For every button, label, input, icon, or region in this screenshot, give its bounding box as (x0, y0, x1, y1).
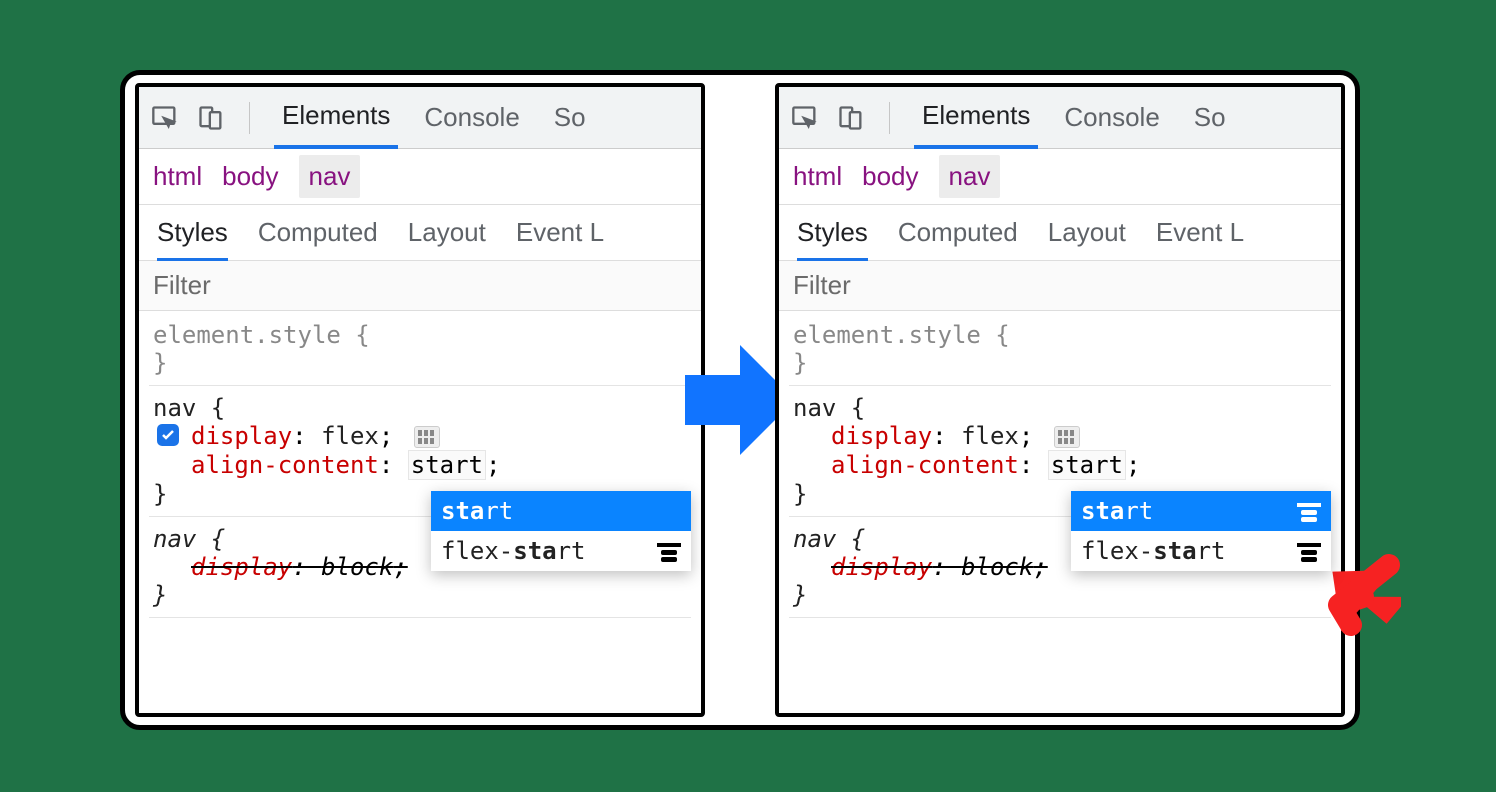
styles-subtabs: Styles Computed Layout Event L (779, 205, 1341, 261)
autocomplete-option-start[interactable]: start (431, 491, 691, 531)
tab-console[interactable]: Console (416, 88, 527, 147)
rule-element-style[interactable]: element.style { } (789, 317, 1331, 386)
subtab-computed[interactable]: Computed (258, 217, 378, 248)
selector-element-style: element.style { (153, 321, 687, 349)
inspect-element-icon[interactable] (791, 104, 819, 132)
subtab-events-truncated[interactable]: Event L (1156, 217, 1244, 248)
property-enable-checkbox[interactable] (157, 424, 179, 446)
styles-subtabs: Styles Computed Layout Event L (139, 205, 701, 261)
prop-value-editing[interactable]: start (408, 450, 486, 480)
flexbox-editor-icon[interactable] (414, 426, 440, 448)
toolbar-divider (249, 102, 250, 134)
styles-filter-input[interactable]: Filter (779, 261, 1341, 311)
prop-display-flex[interactable]: display: flex; (153, 422, 687, 450)
align-start-icon (1297, 501, 1321, 521)
autocomplete-popup-after: start flex-start (1071, 491, 1331, 571)
breadcrumb-html[interactable]: html (153, 161, 202, 192)
tab-elements[interactable]: Elements (274, 86, 398, 149)
filter-placeholder: Filter (153, 270, 211, 301)
subtab-events-truncated[interactable]: Event L (516, 217, 604, 248)
prop-value-flex[interactable]: flex (961, 422, 1019, 450)
flexbox-editor-icon[interactable] (1054, 426, 1080, 448)
subtab-computed[interactable]: Computed (898, 217, 1018, 248)
close-brace: } (153, 581, 687, 609)
autocomplete-option-flex-start[interactable]: flex-start (431, 531, 691, 571)
prop-value-editing[interactable]: start (1048, 450, 1126, 480)
devtools-panel-after: Elements Console So html body nav Styles… (775, 83, 1345, 717)
prop-display-flex[interactable]: display: flex; (793, 422, 1327, 450)
breadcrumb-body[interactable]: body (862, 161, 918, 192)
prop-align-content[interactable]: align-content: start; (793, 450, 1327, 480)
prop-name-align-content: align-content (191, 451, 379, 479)
subtab-layout[interactable]: Layout (408, 217, 486, 248)
close-brace: } (793, 581, 1327, 609)
rule-element-style[interactable]: element.style { } (149, 317, 691, 386)
tab-console[interactable]: Console (1056, 88, 1167, 147)
styles-filter-input[interactable]: Filter (139, 261, 701, 311)
breadcrumb-nav[interactable]: nav (939, 155, 1001, 198)
tab-sources-truncated[interactable]: So (546, 88, 594, 147)
devtools-top-toolbar: Elements Console So (139, 87, 701, 149)
styles-pane: element.style { } nav { display: flex; a… (139, 311, 701, 632)
autocomplete-option-start[interactable]: start (1071, 491, 1331, 531)
styles-pane: element.style { } nav { display: flex; a… (779, 311, 1341, 632)
prop-name-display: display (831, 422, 932, 450)
close-brace: } (153, 349, 687, 377)
align-start-icon (657, 541, 681, 561)
device-toggle-icon[interactable] (837, 104, 865, 132)
toolbar-divider (889, 102, 890, 134)
breadcrumb: html body nav (779, 149, 1341, 205)
device-toggle-icon[interactable] (197, 104, 225, 132)
breadcrumb-body[interactable]: body (222, 161, 278, 192)
devtools-panel-before: Elements Console So html body nav Styles… (135, 83, 705, 717)
comparison-frame: Elements Console So html body nav Styles… (120, 70, 1360, 730)
tab-sources-truncated[interactable]: So (1186, 88, 1234, 147)
prop-name-align-content: align-content (831, 451, 1019, 479)
align-start-icon (1297, 541, 1321, 561)
subtab-styles[interactable]: Styles (797, 203, 868, 262)
breadcrumb-html[interactable]: html (793, 161, 842, 192)
autocomplete-option-flex-start[interactable]: flex-start (1071, 531, 1331, 571)
prop-align-content[interactable]: align-content: start; (153, 450, 687, 480)
selector-nav: nav { (153, 394, 687, 422)
breadcrumb: html body nav (139, 149, 701, 205)
selector-element-style: element.style { (793, 321, 1327, 349)
close-brace: } (793, 349, 1327, 377)
devtools-top-toolbar: Elements Console So (779, 87, 1341, 149)
subtab-layout[interactable]: Layout (1048, 217, 1126, 248)
selector-nav: nav { (793, 394, 1327, 422)
filter-placeholder: Filter (793, 270, 851, 301)
prop-name-display: display (191, 422, 292, 450)
prop-value-flex[interactable]: flex (321, 422, 379, 450)
comparison-gap (705, 75, 775, 725)
tab-elements[interactable]: Elements (914, 86, 1038, 149)
inspect-element-icon[interactable] (151, 104, 179, 132)
autocomplete-popup-before: start flex-start (431, 491, 691, 571)
subtab-styles[interactable]: Styles (157, 203, 228, 262)
breadcrumb-nav[interactable]: nav (299, 155, 361, 198)
